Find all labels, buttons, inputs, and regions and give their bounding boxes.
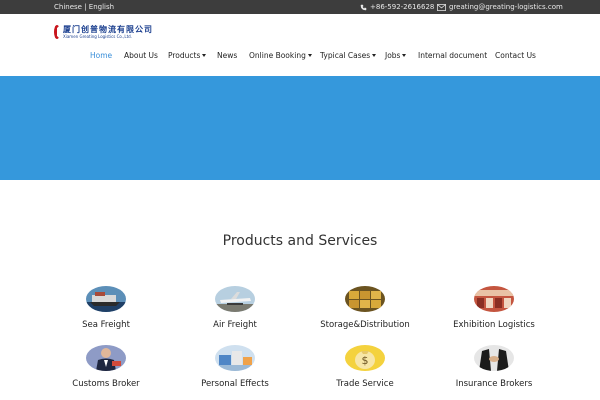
email-address: greating@greating-logistics.com <box>449 3 563 11</box>
ship-photo-icon <box>86 286 126 312</box>
service-card-sea-freight[interactable]: Sea Freight <box>46 286 166 330</box>
service-card-trade-service[interactable]: $ Trade Service <box>305 345 425 389</box>
nav-products[interactable]: Products <box>168 51 207 60</box>
service-card-personal-effects[interactable]: Personal Effects <box>175 345 295 389</box>
airplane-photo-icon <box>215 286 255 312</box>
chevron-down-icon <box>202 54 207 57</box>
chevron-down-icon <box>307 54 312 57</box>
service-card-air-freight[interactable]: Air Freight <box>175 286 295 330</box>
service-label: Air Freight <box>213 320 257 330</box>
language-switcher: Chinese | English <box>54 0 114 14</box>
lang-separator: | <box>84 3 87 11</box>
service-label: Insurance Brokers <box>455 379 533 389</box>
nav-typical-cases[interactable]: Typical Cases <box>320 51 377 60</box>
nav-jobs[interactable]: Jobs <box>385 51 407 60</box>
service-card-customs-broker[interactable]: Customs Broker <box>46 345 166 389</box>
moving-boxes-photo-icon <box>215 345 255 371</box>
chevron-down-icon <box>372 54 377 57</box>
company-logo[interactable]: 厦门创普物流有限公司 Xiamen Greating Logistics Co.… <box>54 23 153 41</box>
logo-chinese-name: 厦门创普物流有限公司 <box>63 25 153 34</box>
service-label: Personal Effects <box>201 379 269 389</box>
businessman-photo-icon <box>86 345 126 371</box>
service-card-storage-distribution[interactable]: Storage&Distribution <box>305 286 425 330</box>
email-contact[interactable]: greating@greating-logistics.com <box>437 0 563 14</box>
phone-contact[interactable]: +86-592-2616628 <box>360 0 434 14</box>
nav-internal-document[interactable]: Internal document <box>418 51 487 60</box>
logo-g-icon <box>54 25 60 39</box>
service-label: Storage&Distribution <box>320 320 410 330</box>
service-label: Exhibition Logistics <box>453 320 535 330</box>
nav-home[interactable]: Home <box>90 51 112 60</box>
hero-banner <box>0 76 600 180</box>
handshake-photo-icon <box>474 345 514 371</box>
nav-about-us[interactable]: About Us <box>124 51 158 60</box>
service-label: Trade Service <box>336 379 394 389</box>
warehouse-photo-icon <box>345 286 385 312</box>
lang-chinese-link[interactable]: Chinese <box>54 3 82 11</box>
svg-text:$: $ <box>362 354 369 367</box>
chevron-down-icon <box>402 54 407 57</box>
nav-news[interactable]: News <box>217 51 237 60</box>
phone-number: +86-592-2616628 <box>370 3 435 11</box>
dollar-bag-photo-icon: $ <box>345 345 385 371</box>
service-label: Customs Broker <box>72 379 140 389</box>
phone-icon <box>360 4 367 10</box>
section-title: Products and Services <box>222 233 378 249</box>
envelope-icon <box>437 3 446 11</box>
nav-online-booking[interactable]: Online Booking <box>249 51 312 60</box>
logo-english-name: Xiamen Greating Logistics Co.,Ltd. <box>63 34 132 39</box>
service-label: Sea Freight <box>82 320 130 330</box>
main-nav: Home About Us Products News Online Booki… <box>0 51 600 65</box>
lang-english-link[interactable]: English <box>89 3 114 11</box>
service-card-insurance-brokers[interactable]: Insurance Brokers <box>434 345 554 389</box>
site-header: 厦门创普物流有限公司 Xiamen Greating Logistics Co.… <box>0 14 600 76</box>
service-card-exhibition-logistics[interactable]: Exhibition Logistics <box>434 286 554 330</box>
logo-text: 厦门创普物流有限公司 Xiamen Greating Logistics Co.… <box>63 25 153 39</box>
top-bar: Chinese | English +86-592-2616628 greati… <box>0 0 600 14</box>
nav-contact-us[interactable]: Contact Us <box>495 51 536 60</box>
exhibition-photo-icon <box>474 286 514 312</box>
